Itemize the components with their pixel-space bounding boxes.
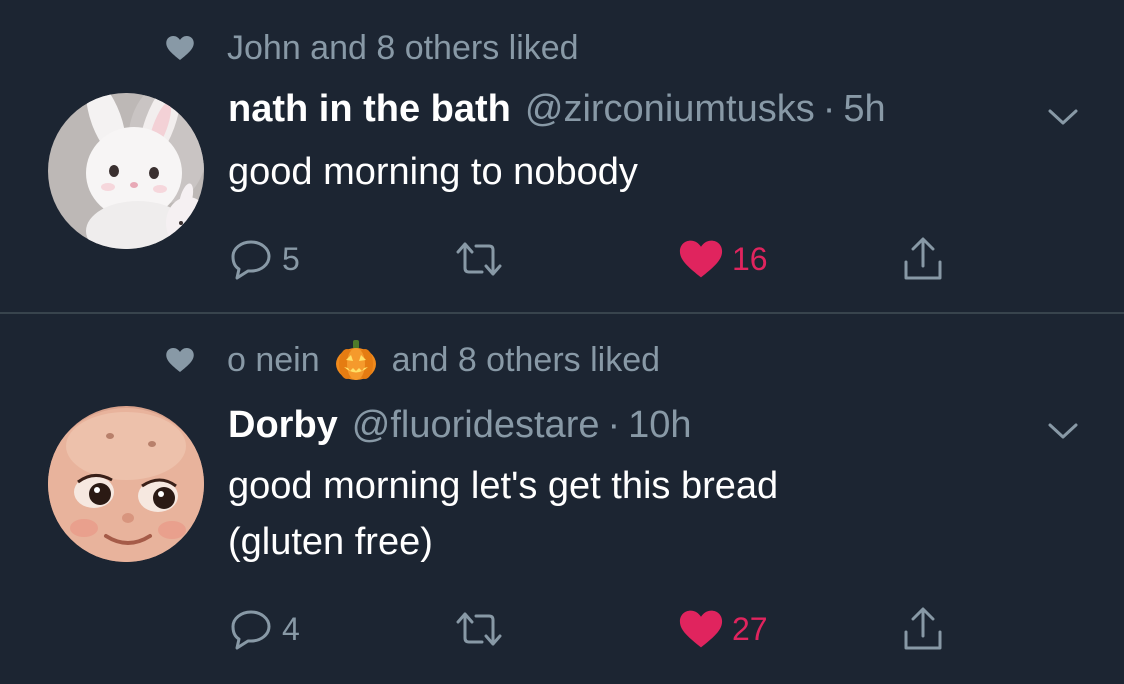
handle[interactable]: @zirconiumtusks	[525, 88, 815, 131]
retweet-icon	[456, 242, 502, 276]
heart-filled-icon	[679, 610, 723, 648]
tweet-header: nath in the bath @zirconiumtusks · 5h	[228, 88, 886, 134]
share-button[interactable]	[900, 234, 946, 284]
action-bar: 5 16	[228, 234, 988, 284]
reply-count: 5	[282, 240, 300, 277]
heart-icon	[166, 348, 194, 372]
share-icon	[904, 237, 942, 280]
jack-o-lantern-icon	[335, 340, 376, 380]
tweet-text-line: good morning let's get this bread	[228, 465, 779, 507]
chevron-down-icon[interactable]	[1046, 106, 1080, 128]
heart-icon	[166, 36, 194, 60]
timestamp[interactable]: 10h	[628, 404, 691, 447]
social-context-text: John and 8 others liked	[227, 28, 579, 67]
reply-count: 4	[282, 610, 300, 647]
retweet-button[interactable]	[452, 234, 506, 284]
retweet-icon	[456, 612, 502, 646]
chevron-down-icon[interactable]	[1046, 420, 1080, 442]
tweet[interactable]: John and 8 others liked nath in the bath…	[0, 0, 1124, 312]
tweet-text: good morning let's get this bread (glute…	[228, 458, 1088, 570]
separator: ·	[607, 404, 621, 446]
tweet-header: Dorby @fluoridestare · 10h	[228, 404, 692, 450]
share-icon	[904, 607, 942, 650]
separator: ·	[822, 88, 836, 130]
social-context: John and 8 others liked	[165, 28, 579, 68]
like-count: 16	[732, 240, 768, 277]
social-context-text: and 8 others liked	[391, 340, 661, 379]
retweet-button[interactable]	[452, 604, 506, 654]
handle[interactable]: @fluoridestare	[352, 404, 600, 447]
tweet-text: good morning to nobody	[228, 144, 1088, 200]
action-bar: 4 27	[228, 604, 988, 654]
avatar[interactable]	[48, 93, 204, 249]
white-bunny-plush-avatar	[48, 93, 204, 249]
like-button[interactable]: 16	[678, 234, 768, 284]
display-name[interactable]: Dorby	[228, 404, 338, 447]
avatar[interactable]	[48, 406, 204, 562]
like-button[interactable]: 27	[678, 604, 768, 654]
social-context-name[interactable]: o nein	[227, 341, 320, 380]
timestamp[interactable]: 5h	[843, 88, 885, 131]
reply-icon	[231, 240, 271, 280]
like-count: 27	[732, 610, 768, 647]
heart-filled-icon	[679, 240, 723, 278]
share-button[interactable]	[900, 604, 946, 654]
reply-button[interactable]: 4	[228, 604, 300, 654]
reply-button[interactable]: 5	[228, 234, 300, 284]
tweet[interactable]: o nein and 8 others liked Dorby @fluorid…	[0, 314, 1124, 684]
tweet-text-line: (gluten free)	[228, 521, 433, 563]
display-name[interactable]: nath in the bath	[228, 88, 511, 131]
reply-icon	[231, 610, 271, 650]
tweet-text-line: good morning to nobody	[228, 151, 638, 193]
kewpie-face-avatar	[48, 406, 204, 562]
social-context: o nein and 8 others liked	[165, 340, 660, 380]
